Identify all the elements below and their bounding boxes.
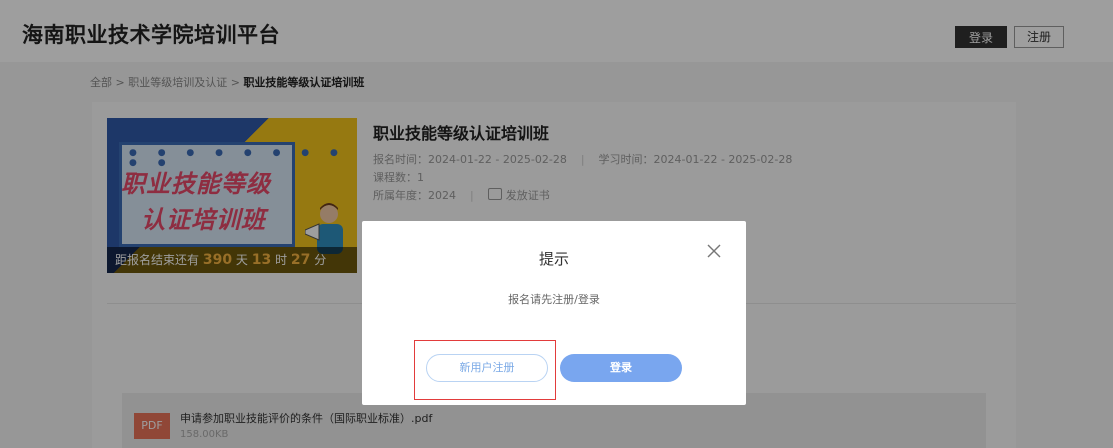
dialog-message: 报名请先注册/登录 — [508, 293, 600, 306]
highlight-box — [414, 340, 556, 400]
dialog-title: 提示 — [538, 250, 569, 268]
dialog-login-button[interactable]: 登录 — [560, 354, 682, 382]
close-icon[interactable] — [704, 241, 724, 261]
